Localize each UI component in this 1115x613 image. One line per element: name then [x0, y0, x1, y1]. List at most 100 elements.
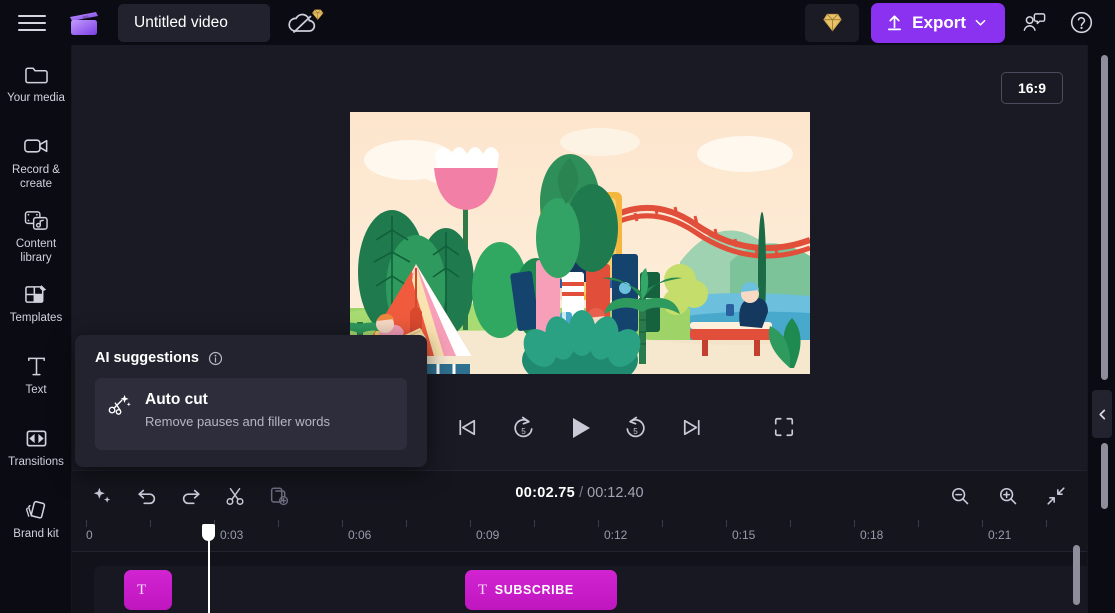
vertical-scrollbar-lower[interactable]	[1101, 443, 1108, 509]
ruler-tick-minor	[918, 520, 919, 527]
total-time: 00:12.40	[587, 485, 644, 501]
sidebar-item-record-create[interactable]: Record & create	[0, 131, 72, 191]
sidebar-item-label: Your media	[7, 92, 65, 104]
undo-arrow-icon	[138, 489, 156, 504]
aspect-ratio-button[interactable]: 16:9	[1001, 72, 1063, 104]
project-title-text: Untitled video	[134, 13, 228, 31]
text-T-icon	[25, 351, 48, 381]
timeline[interactable]: 0 0:03 0:06 0:09 0:12 0:15 0:18 0:21 T T…	[72, 520, 1087, 613]
project-title-input[interactable]: Untitled video	[118, 3, 270, 42]
premium-diamond-icon	[312, 8, 324, 20]
text-T-icon: T	[137, 581, 147, 598]
people-feedback-icon	[1023, 13, 1045, 31]
chevron-down-icon	[975, 19, 986, 26]
ruler-label: 0:15	[732, 528, 756, 542]
clip-label: SUBSCRIBE	[494, 583, 574, 597]
duplicate-button[interactable]	[262, 479, 296, 513]
current-time: 00:02.75	[515, 485, 576, 501]
aspect-ratio-label: 16:9	[1017, 80, 1047, 96]
sidebar-item-label: Templates	[9, 312, 63, 324]
sidebar-item-your-media[interactable]: Your media	[0, 59, 72, 117]
ruler-label: 0:09	[476, 528, 500, 542]
templates-grid-icon	[23, 279, 49, 309]
text-clip-1[interactable]: T	[124, 570, 172, 610]
redo-button[interactable]	[174, 479, 208, 513]
fit-timeline-button[interactable]	[1039, 479, 1073, 513]
split-button[interactable]	[218, 479, 252, 513]
play-icon	[572, 417, 590, 438]
collapse-panel-button[interactable]	[1092, 390, 1112, 438]
magnifier-minus-icon	[951, 487, 969, 504]
timeline-toolbar: 00:02.75 / 00:12.40	[72, 470, 1087, 520]
sidebar-item-label: Text	[25, 384, 47, 396]
time-separator: /	[579, 485, 584, 501]
auto-cut-suggestion-card[interactable]: Auto cut Remove pauses and filler words	[95, 378, 407, 450]
timeline-vertical-scrollbar[interactable]	[1073, 545, 1080, 605]
auto-cut-title: Auto cut	[145, 391, 208, 408]
ruler-tick	[598, 520, 599, 527]
skip-to-end-button[interactable]	[675, 411, 709, 445]
ruler-label: 0	[86, 528, 93, 542]
ruler-tick-minor	[790, 520, 791, 527]
timeline-tracks[interactable]: T T SUBSCRIBE	[72, 552, 1087, 613]
ruler-tick-minor	[150, 520, 151, 527]
sidebar-item-text[interactable]: Text	[0, 351, 72, 409]
skip-to-start-button[interactable]	[451, 411, 485, 445]
duplicate-add-icon	[270, 486, 289, 505]
app-header: Untitled video Export	[0, 0, 1115, 45]
auto-cut-sparkle-scissors-icon	[108, 394, 131, 415]
ai-suggestions-button[interactable]	[86, 479, 120, 513]
ruler-tick	[726, 520, 727, 527]
clipchamp-logo-icon[interactable]	[66, 8, 102, 38]
ruler-tick-minor	[1046, 520, 1047, 527]
forward-5-icon: 5	[626, 416, 645, 438]
ruler-tick-minor	[534, 520, 535, 527]
sidebar-item-label: Brand kit	[13, 528, 59, 540]
redo-arrow-icon	[182, 489, 200, 504]
hamburger-menu-icon[interactable]	[18, 12, 46, 34]
ruler-label: 0:03	[220, 528, 244, 542]
zoom-in-button[interactable]	[991, 479, 1025, 513]
ai-suggestions-popup: AI suggestions Auto cut Remove pauses an…	[75, 335, 427, 467]
export-button[interactable]: Export	[871, 2, 1005, 43]
text-clip-subscribe[interactable]: T SUBSCRIBE	[465, 570, 617, 610]
clipchamp-editor-window: Untitled video Export Your media Record …	[0, 0, 1115, 613]
help-button[interactable]	[1061, 3, 1101, 43]
zoom-out-button[interactable]	[943, 479, 977, 513]
forward-5-button[interactable]: 5	[619, 411, 653, 445]
premium-button[interactable]	[805, 3, 860, 42]
sidebar-item-templates[interactable]: Templates	[0, 279, 72, 337]
skip-previous-icon	[459, 419, 476, 436]
chevron-left-icon	[1098, 409, 1105, 419]
svg-text:5: 5	[521, 427, 526, 436]
video-camera-icon	[22, 131, 51, 161]
sidebar-item-brand-kit[interactable]: Brand kit	[0, 495, 72, 553]
sidebar-item-label: Transitions	[8, 456, 64, 468]
sidebar-item-content-library[interactable]: Content library	[0, 205, 72, 265]
timeline-zoom-controls	[929, 479, 1087, 513]
play-button[interactable]	[563, 411, 597, 445]
sidebar-item-transitions[interactable]: Transitions	[0, 423, 72, 481]
timeline-ruler[interactable]: 0 0:03 0:06 0:09 0:12 0:15 0:18 0:21	[72, 520, 1087, 552]
help-circle-icon	[1070, 11, 1092, 34]
ruler-label: 0:06	[348, 528, 372, 542]
fullscreen-icon	[774, 417, 794, 437]
ruler-tick	[86, 520, 87, 527]
vertical-scrollbar[interactable]	[1101, 55, 1108, 380]
undo-button[interactable]	[130, 479, 164, 513]
playhead-handle[interactable]	[202, 524, 215, 541]
ruler-tick	[342, 520, 343, 527]
text-T-icon: T	[478, 581, 488, 598]
ruler-tick	[982, 520, 983, 527]
cloud-status-icon[interactable]	[286, 7, 326, 39]
ruler-tick-minor	[278, 520, 279, 527]
ruler-tick-minor	[406, 520, 407, 527]
rewind-5-button[interactable]: 5	[507, 411, 541, 445]
info-circle-icon[interactable]	[208, 351, 223, 366]
ruler-tick	[470, 520, 471, 527]
fullscreen-button[interactable]	[767, 410, 801, 444]
playhead-line	[208, 538, 210, 613]
upload-icon	[888, 15, 902, 31]
collaborate-button[interactable]	[1013, 3, 1053, 43]
auto-cut-text: Auto cut Remove pauses and filler words	[145, 391, 330, 429]
